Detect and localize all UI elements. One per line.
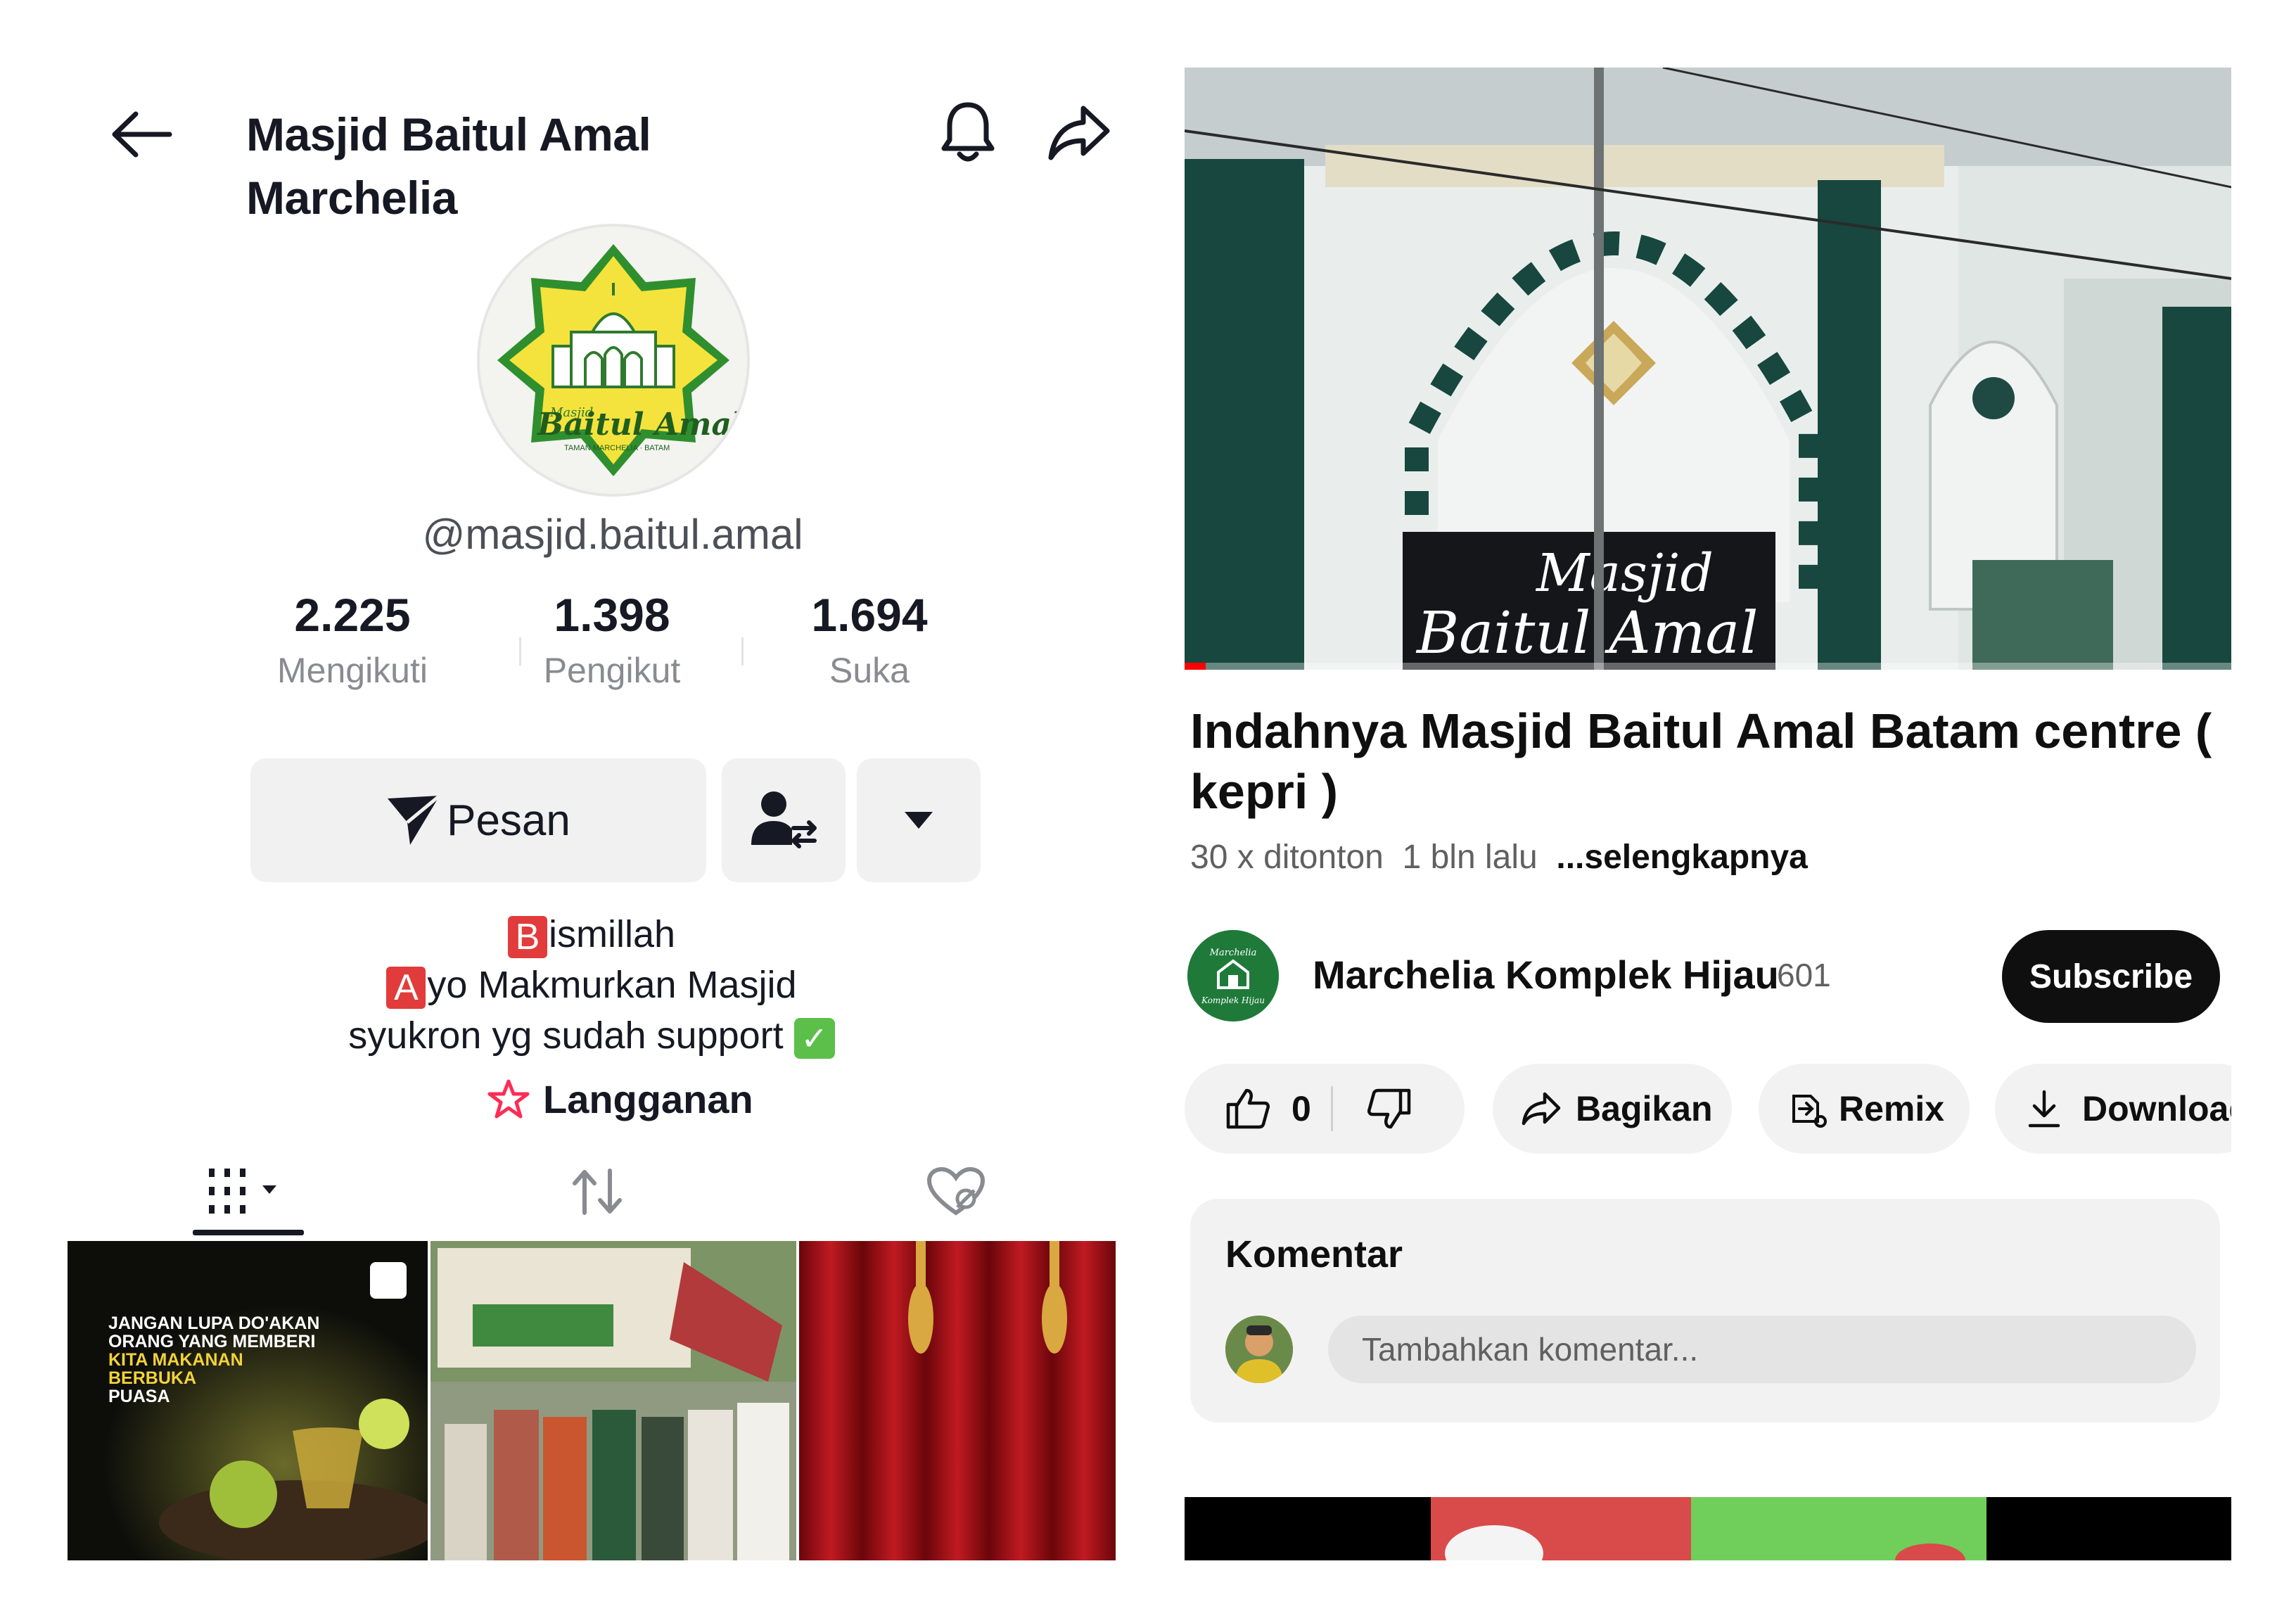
subscriber-count: 601 <box>1777 957 1831 993</box>
video-meta[interactable]: 30 x ditonton 1 bln lalu ...selengkapnya <box>1190 833 1808 882</box>
remix-icon <box>1792 1095 1827 1128</box>
likes-count: 1.694 <box>811 589 928 641</box>
active-tab-indicator <box>193 1230 304 1235</box>
followers-label[interactable]: Pengikut <box>514 646 710 695</box>
like-count: 0 <box>1292 1089 1311 1128</box>
channel-name[interactable]: Marchelia Komplek Hijau <box>1313 947 1779 1003</box>
tab-videos[interactable] <box>193 1157 304 1227</box>
video-title: Indahnya Masjid Baitul Amal Batam centre… <box>1190 704 2212 819</box>
share-icon[interactable] <box>1044 97 1114 167</box>
bio-line-3: syukron yg sudah support ✓ <box>68 1010 1116 1061</box>
add-comment-input[interactable]: Tambahkan komentar... <box>1328 1316 2196 1383</box>
suggested-accounts-button[interactable] <box>722 758 846 882</box>
more-options-button[interactable] <box>857 758 981 882</box>
logo-sub-text: TAMAN MARCHELIA · BATAM <box>564 444 670 452</box>
stat-divider <box>741 637 744 666</box>
comments-section[interactable]: Komentar Tambahkan komentar... <box>1190 1199 2220 1422</box>
tiktok-profile-panel: Masjid Baitul Amal Marchelia Masjid Bait… <box>68 68 1116 1560</box>
caption-line: BERBUKA <box>108 1368 196 1388</box>
bell-icon[interactable] <box>933 97 1003 167</box>
tab-reposts[interactable] <box>544 1157 650 1227</box>
remix-label: Remix <box>1839 1089 1945 1128</box>
thumbs-up-icon <box>1226 1088 1270 1129</box>
channel-avatar-text-top: Marchelia <box>1209 948 1257 958</box>
dislike-button[interactable] <box>1333 1064 1412 1154</box>
followers-count[interactable]: 1.398 <box>521 587 703 643</box>
following-label[interactable]: Mengikuti <box>250 646 454 695</box>
channel-avatar-text-bottom: Komplek Hijau <box>1201 995 1265 1005</box>
message-button[interactable]: Pesan <box>250 758 706 882</box>
video-thumbnail-3[interactable] <box>799 1241 1116 1560</box>
share-arrow-icon <box>1522 1092 1561 1126</box>
caption-line: JANGAN LUPA DO'AKAN <box>108 1313 320 1333</box>
share-button[interactable]: Bagikan <box>1493 1064 1732 1154</box>
check-mark-emoji: ✓ <box>793 1017 835 1059</box>
share-label: Bagikan <box>1576 1089 1713 1128</box>
comments-title: Komentar <box>1225 1233 1403 1275</box>
bio-line-3-text: syukron yg sudah support <box>348 1014 784 1057</box>
video-thumbnail-2[interactable] <box>431 1241 796 1560</box>
video-sign-line-1: Masjid <box>1535 543 1714 604</box>
caret-down-icon <box>905 812 933 829</box>
video-progress-bar <box>1185 663 1206 670</box>
message-label: Pesan <box>447 796 570 845</box>
letter-a-emoji: A <box>386 966 426 1009</box>
video-player[interactable]: Masjid Baitul Amal <box>1185 68 2231 670</box>
likes-label: Suka <box>829 651 910 690</box>
show-more-link[interactable]: ...selengkapnya <box>1556 839 1808 876</box>
upload-age: 1 bln lalu <box>1402 839 1538 876</box>
letter-b-emoji: B <box>507 915 547 958</box>
download-button[interactable]: Download <box>1995 1064 2231 1154</box>
video-thumbnail-1[interactable]: JANGAN LUPA DO'AKAN ORANG YANG MEMBERI K… <box>68 1241 428 1560</box>
like-button[interactable]: 0 <box>1185 1064 1311 1154</box>
youtube-watch-panel: Masjid Baitul Amal Indahnya Masjid Baitu… <box>1185 68 2231 1560</box>
repost-icon <box>573 1169 622 1215</box>
like-dislike-pill: 0 <box>1185 1064 1465 1154</box>
caption-line: KITA MAKANAN <box>108 1350 243 1370</box>
download-label: Download <box>2082 1089 2231 1128</box>
star-badge-icon <box>487 1079 530 1119</box>
user-avatar <box>1225 1316 1293 1383</box>
send-icon <box>388 794 441 845</box>
caption-line: PUASA <box>108 1387 170 1406</box>
bio-line-1-text: ismillah <box>548 913 676 955</box>
next-video-thumbnail[interactable] <box>1185 1497 2231 1560</box>
download-icon <box>2028 1090 2060 1128</box>
subscription-link[interactable]: Langganan <box>487 1069 782 1128</box>
grid-icon <box>209 1169 276 1214</box>
remix-button[interactable]: Remix <box>1759 1064 1970 1154</box>
person-swap-icon <box>751 791 817 848</box>
tab-liked[interactable] <box>903 1157 1009 1227</box>
view-count: 30 x ditonton <box>1190 839 1384 876</box>
profile-title: Masjid Baitul Amal Marchelia <box>246 108 651 224</box>
bio-line-1: Bismillah <box>68 909 1116 960</box>
bio-line-2: Ayo Makmurkan Masjid <box>68 960 1116 1010</box>
thumbs-down-icon <box>1367 1088 1411 1129</box>
following-count[interactable]: 2.225 <box>264 587 440 643</box>
subscribe-button[interactable]: Subscribe <box>2002 930 2220 1023</box>
bio-line-2-text: yo Makmurkan Masjid <box>427 964 797 1006</box>
profile-avatar[interactable]: Masjid Baitul Amal TAMAN MARCHELIA · BAT… <box>477 224 750 497</box>
channel-avatar[interactable]: Marchelia Komplek Hijau <box>1187 930 1279 1021</box>
logo-script-text: Baitul Amal <box>536 407 744 443</box>
heart-hidden-icon <box>926 1166 986 1216</box>
back-arrow-icon[interactable] <box>103 103 180 166</box>
post-1-caption: JANGAN LUPA DO'AKAN ORANG YANG MEMBERI K… <box>108 1314 418 1406</box>
video-sign-line-2: Baitul Amal <box>1415 600 1759 667</box>
caption-line: ORANG YANG MEMBERI <box>108 1332 316 1351</box>
subscription-label: Langganan <box>543 1076 753 1121</box>
username: @masjid.baitul.amal <box>422 511 803 558</box>
